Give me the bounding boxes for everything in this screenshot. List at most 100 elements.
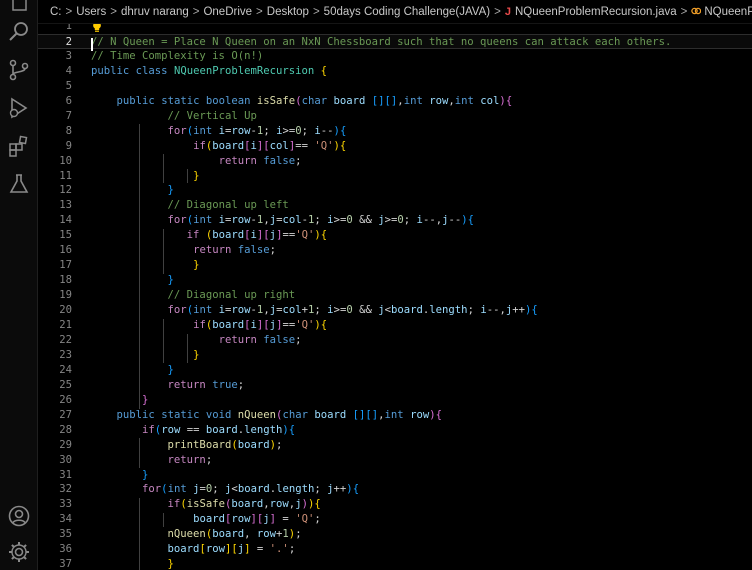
code-line[interactable]: 10 return false; [38, 154, 752, 169]
code-line[interactable]: 7 // Vertical Up [38, 109, 752, 124]
code-text: } [91, 363, 174, 378]
code-line[interactable]: 8 for(int i=row-1; i>=0; i--){ [38, 124, 752, 139]
code-token: { [320, 319, 328, 331]
code-line[interactable]: 15 if (board[i][j]=='Q'){ [38, 228, 752, 243]
code-text: for(int i=row-1; i>=0; i--){ [91, 124, 347, 139]
code-token: char [301, 94, 328, 107]
code-token: char [282, 408, 308, 421]
code-token: board [212, 528, 245, 541]
breadcrumb-symbol[interactable]: NQueenProblemRecursion [704, 6, 752, 18]
account-icon[interactable] [7, 504, 31, 528]
code-token: static [161, 94, 200, 107]
code-line[interactable]: 29 printBoard(board); [38, 438, 752, 453]
breadcrumb-project-folder[interactable]: 50days Coding Challenge(JAVA) [324, 6, 490, 18]
breadcrumb-desktop[interactable]: Desktop [267, 6, 309, 18]
code-line[interactable]: 32 for(int j=0; j<board.length; j++){ [38, 482, 752, 497]
line-number: 8 [65, 124, 72, 137]
code-text: } [91, 468, 148, 483]
code-line[interactable]: 17 } [38, 258, 752, 273]
code-line[interactable]: 35 nQueen(board, row+1); [38, 527, 752, 542]
code-text: board[row][j] = '.'; [91, 542, 296, 557]
code-line[interactable]: 5 [38, 79, 752, 94]
code-token: >= [282, 124, 296, 137]
explorer-icon[interactable]: 1 [7, 0, 31, 16]
code-token: [] [384, 94, 398, 107]
code-line[interactable]: 34 board[row][j] = 'Q'; [38, 512, 752, 527]
code-token: board [167, 543, 200, 556]
code-line[interactable]: 23 } [38, 348, 752, 363]
code-token: >= [333, 214, 347, 227]
breadcrumb-file[interactable]: NQueenProblemRecursion.java [515, 6, 677, 18]
code-token: col [480, 94, 500, 107]
line-number: 19 [59, 289, 72, 302]
code-line[interactable]: 27 public static void nQueen(char board … [38, 408, 752, 423]
line-number: 4 [65, 64, 72, 77]
code-line[interactable]: 26 } [38, 393, 752, 408]
lightbulb-icon[interactable] [92, 24, 102, 33]
code-line[interactable]: 22 return false; [38, 333, 752, 348]
line-number: 14 [59, 214, 72, 227]
code-line[interactable]: 13 // Diagonal up left [38, 198, 752, 213]
code-line[interactable]: 24 } [38, 363, 752, 378]
code-token: ; [314, 304, 328, 317]
code-line[interactable]: 4 public class NQueenProblemRecursion { [38, 64, 752, 79]
code-token: row [161, 423, 181, 436]
code-line[interactable]: 1 [38, 24, 752, 34]
code-line[interactable]: 25 return true; [38, 378, 752, 393]
code-token: length [276, 483, 315, 496]
code-token: row [231, 304, 251, 317]
source-control-icon[interactable] [7, 58, 31, 82]
code-line[interactable]: 14 for(int i=row-1,j=col-1; i>=0 && j>=0… [38, 213, 752, 228]
code-line[interactable]: 9 if(board[i][col]== 'Q'){ [38, 139, 752, 154]
code-line[interactable]: 19 // Diagonal up right [38, 288, 752, 303]
code-text: if(row == board.length){ [91, 423, 295, 438]
line-number: 13 [59, 199, 72, 212]
line-number: 29 [59, 438, 72, 451]
code-line[interactable]: 11 } [38, 169, 752, 184]
code-line[interactable]: 31 } [38, 468, 752, 483]
code-line[interactable]: 30 return; [38, 453, 752, 468]
chevron-right-icon: > [312, 6, 320, 18]
code-line[interactable]: 28 if(row == board.length){ [38, 423, 752, 438]
breadcrumb-drive[interactable]: C: [50, 6, 62, 18]
code-token: length [429, 304, 468, 317]
code-token: { [352, 483, 360, 496]
code-token: boolean [205, 94, 251, 107]
code-editor[interactable]: 1 2// N Queen = Place N Queen on an NxN C… [38, 24, 752, 570]
breadcrumb-users[interactable]: Users [76, 6, 106, 18]
code-line[interactable]: 21 if(board[i][j]=='Q'){ [38, 318, 752, 333]
run-debug-icon[interactable] [7, 96, 31, 120]
testing-icon[interactable] [7, 172, 31, 196]
code-token: // Vertical Up [167, 109, 257, 122]
code-token: == [282, 319, 296, 331]
code-line[interactable]: 2 // N Queen = Place N Queen on an NxN Ch… [38, 33, 752, 49]
code-line[interactable]: 3 // Time Complexity is O(n!) [38, 49, 752, 64]
code-line[interactable]: 18 } [38, 273, 752, 288]
code-line[interactable]: 16 return false; [38, 243, 752, 258]
line-number: 28 [59, 423, 72, 436]
extensions-icon[interactable] [7, 134, 31, 158]
code-line[interactable]: 36 board[row][j] = '.'; [38, 542, 752, 557]
code-token: board [237, 483, 270, 496]
code-line[interactable]: 20 for(int i=row-1,j=col+1; i>=0 && j<bo… [38, 303, 752, 318]
line-number: 15 [59, 229, 72, 242]
code-token: ; [301, 124, 315, 137]
code-token: board [237, 438, 270, 451]
code-token: int [193, 214, 213, 227]
code-line[interactable]: 6 public static boolean isSafe(char boar… [38, 94, 752, 109]
code-line[interactable]: 37 } [38, 557, 752, 570]
search-icon[interactable] [7, 20, 31, 44]
breadcrumb-onedrive[interactable]: OneDrive [203, 6, 252, 18]
code-text: return false; [91, 333, 302, 348]
code-line[interactable]: 12 } [38, 183, 752, 198]
code-token: return [218, 154, 257, 167]
settings-gear-icon[interactable] [7, 540, 31, 564]
code-line[interactable]: 33 if(isSafe(board,row,j)){ [38, 497, 752, 512]
breadcrumb-user-folder[interactable]: dhruv narang [121, 6, 189, 18]
code-token: nQueen [237, 408, 277, 421]
